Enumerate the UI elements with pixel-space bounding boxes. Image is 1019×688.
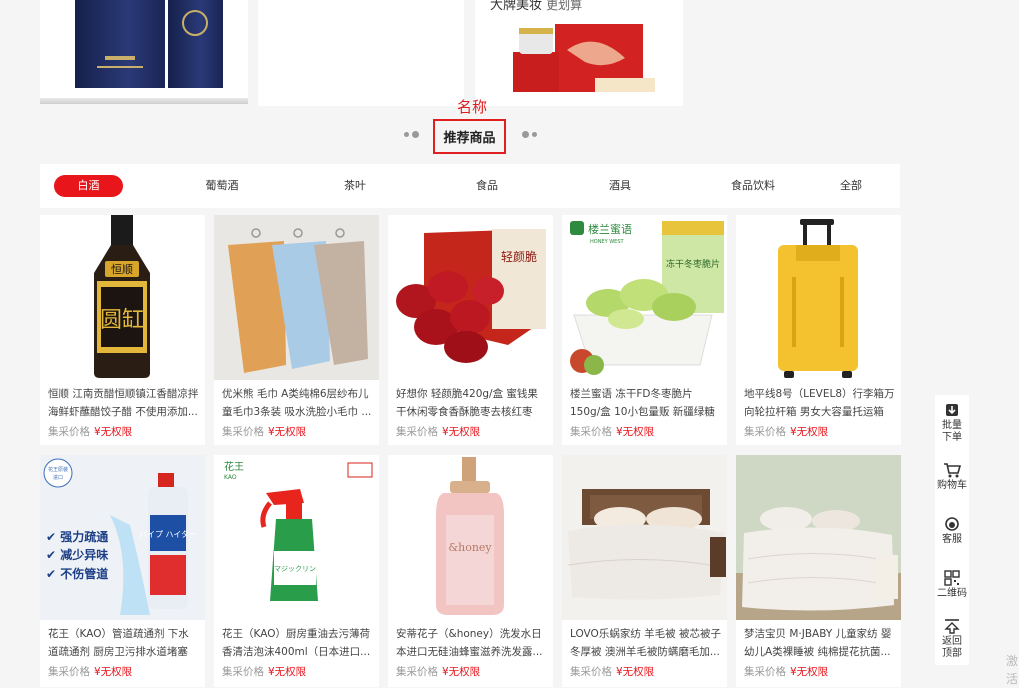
product-card[interactable]: 轻颜脆 好想你 轻颜脆420g/盒 蜜钱果干休闲零食香酥脆枣去核红枣新... 集… [388, 215, 553, 445]
category-tabs: 白酒 葡萄酒 茶叶 食品 酒具 食品饮料 全部 [40, 164, 900, 208]
tab-baijiu[interactable]: 白酒 [54, 175, 123, 197]
svg-text:楼兰蜜语: 楼兰蜜语 [588, 222, 632, 236]
svg-text:恒顺: 恒顺 [111, 263, 133, 276]
product-card[interactable]: &honey 安蒂花子（&honey）洗发水日本进口无硅油蜂蜜滋养洗发露... … [388, 455, 553, 687]
download-icon [946, 403, 958, 416]
svg-text:花王: 花王 [224, 460, 244, 473]
banner-card-blank[interactable] [258, 0, 464, 106]
svg-text:マジックリン: マジックリン [274, 565, 316, 573]
product-card[interactable]: 地平线8号（LEVEL8）行李箱万向轮拉杆箱 男女大容量托运箱2... 集采价格… [736, 215, 901, 445]
product-card[interactable]: 优米熊 毛巾 A类纯棉6层纱布儿童毛巾3条装 吸水洗脸小毛巾 ... 集采价格 ¥… [214, 215, 379, 445]
product-image-baby-quilt[interactable] [736, 455, 901, 620]
svg-text:✔ 不伤管道: ✔ 不伤管道 [46, 566, 108, 581]
product-name[interactable]: 好想你 轻颜脆420g/盒 蜜钱果干休闲零食香酥脆枣去核红枣新... [396, 385, 547, 421]
activation-watermark: 激活 [1006, 654, 1019, 686]
product-name[interactable]: 楼兰蜜语 冻干FD冬枣脆片150g/盒 10小包量贩 新疆绿糖心 酥... [570, 385, 721, 421]
svg-text:冻干冬枣脆片: 冻干冬枣脆片 [666, 258, 720, 270]
headset-icon [945, 516, 959, 531]
product-card[interactable]: 梦洁宝贝 M·JBABY 儿童家纺 婴幼儿A类裸睡被 纯棉提花抗菌... 集采价… [736, 455, 901, 687]
svg-text:KAO: KAO [224, 474, 237, 481]
product-name[interactable]: 花王（KAO）管道疏通剂 下水道疏通剂 厨房卫污排水道堵塞强... [48, 625, 199, 661]
product-price: 集采价格 ¥无权限 [222, 666, 307, 678]
product-name[interactable]: 花王（KAO）厨房重油去污薄荷香清洁泡沫400ml（日本进口... [222, 625, 373, 661]
sidebar-service[interactable]: 客服 [935, 503, 969, 557]
svg-text:✔ 强力疏通: ✔ 强力疏通 [46, 529, 108, 544]
product-name[interactable]: LOVO乐蜗家纺 羊毛被 被芯被子冬厚被 澳洲羊毛被防螨磨毛加... [570, 625, 721, 661]
svg-text:✔ 减少异味: ✔ 减少异味 [46, 547, 108, 562]
tab-food[interactable]: 食品 [472, 175, 502, 197]
product-card[interactable]: 恒顺 圆缸 恒顺 江南贡醋恒顺镇江香醋凉拌海鲜虾蘸醋饺子醋 不使用添加... 集… [40, 215, 205, 445]
sidebar-cart[interactable]: 购物车 [935, 449, 969, 503]
product-price: 集采价格 ¥无权限 [744, 666, 829, 678]
cosmetics-gift-image [513, 24, 655, 92]
product-price: 集采价格 ¥无权限 [570, 426, 655, 438]
banner-card-liquor[interactable] [40, 0, 248, 104]
svg-text:圆缸: 圆缸 [100, 308, 144, 333]
sidebar-bulk-order[interactable]: 批量下单 [935, 395, 969, 449]
product-name[interactable]: 优米熊 毛巾 A类纯棉6层纱布儿童毛巾3条装 吸水洗脸小毛巾 ... [222, 385, 373, 421]
floor-annotation: 名称 [457, 98, 488, 116]
svg-text:HONEY WEST: HONEY WEST [590, 239, 625, 245]
product-image-dried-jujube[interactable]: 楼兰蜜语 HONEY WEST 冻干冬枣脆片 [562, 215, 727, 380]
product-name[interactable]: 安蒂花子（&honey）洗发水日本进口无硅油蜂蜜滋养洗发露... [396, 625, 547, 661]
tab-wine[interactable]: 葡萄酒 [200, 175, 244, 197]
product-card[interactable]: 楼兰蜜语 HONEY WEST 冻干冬枣脆片 楼兰蜜语 冻干FD冬枣脆片150g… [562, 215, 727, 445]
svg-text:进口: 进口 [53, 474, 63, 481]
svg-text:&honey: &honey [448, 541, 492, 554]
tab-drinkware[interactable]: 酒具 [605, 175, 635, 197]
tab-food-drinks[interactable]: 食品饮料 [730, 175, 776, 197]
product-image-vinegar[interactable]: 恒顺 圆缸 [40, 215, 205, 380]
product-price: 集采价格 ¥无权限 [744, 426, 829, 438]
product-price: 集采价格 ¥无权限 [570, 666, 655, 678]
cart-icon [944, 462, 961, 477]
floor-title: 推荐商品 [433, 119, 506, 154]
product-price: 集采价格 ¥无权限 [48, 666, 133, 678]
product-image-red-dates[interactable]: 轻颜脆 [388, 215, 553, 380]
product-card[interactable]: LOVO乐蜗家纺 羊毛被 被芯被子冬厚被 澳洲羊毛被防螨磨毛加... 集采价格 ¥… [562, 455, 727, 687]
liquor-box-image [75, 0, 165, 88]
tab-tea[interactable]: 茶叶 [340, 175, 370, 197]
product-image-towels[interactable] [214, 215, 379, 380]
product-image-kitchen-spray[interactable]: 花王 KAO マジックリン [214, 455, 379, 620]
svg-text:パイプ ハイター: パイプ ハイター [139, 530, 197, 539]
product-price: 集采价格 ¥无权限 [396, 426, 481, 438]
product-price: 集采价格 ¥无权限 [48, 426, 133, 438]
svg-text:花王原装: 花王原装 [48, 466, 68, 473]
title-dots-right [522, 131, 537, 138]
product-image-pipe-cleaner[interactable]: 花王原装 进口 パイプ ハイター ✔ 强力疏通 ✔ 减少异味 ✔ 不伤管道 [40, 455, 205, 620]
product-card[interactable]: 花王 KAO マジックリン 花王（KAO）厨房重油去污薄荷香清洁泡沫400ml（… [214, 455, 379, 687]
banner-card-cosmetics[interactable]: 大牌美妆 更划算 [475, 0, 683, 106]
floating-sidebar: 批量下单 购物车 客服 二维码 返回顶部 [935, 395, 969, 665]
product-card[interactable]: 花王原装 进口 パイプ ハイター ✔ 强力疏通 ✔ 减少异味 ✔ 不伤管道 花王… [40, 455, 205, 687]
product-name[interactable]: 地平线8号（LEVEL8）行李箱万向轮拉杆箱 男女大容量托运箱2... [744, 385, 895, 421]
sidebar-back-to-top[interactable]: 返回顶部 [935, 611, 969, 665]
arrow-up-icon [944, 618, 960, 634]
title-dots-left [404, 131, 419, 138]
product-image-wool-quilt[interactable] [562, 455, 727, 620]
liquor-box-image-2 [168, 0, 223, 88]
sidebar-qrcode[interactable]: 二维码 [935, 557, 969, 611]
tab-all[interactable]: 全部 [836, 175, 866, 197]
product-image-shampoo[interactable]: &honey [388, 455, 553, 620]
product-price: 集采价格 ¥无权限 [222, 426, 307, 438]
svg-text:轻颜脆: 轻颜脆 [501, 249, 537, 264]
product-image-suitcase[interactable] [736, 215, 901, 380]
product-price: 集采价格 ¥无权限 [396, 666, 481, 678]
product-name[interactable]: 恒顺 江南贡醋恒顺镇江香醋凉拌海鲜虾蘸醋饺子醋 不使用添加... [48, 385, 199, 421]
product-name[interactable]: 梦洁宝贝 M·JBABY 儿童家纺 婴幼儿A类裸睡被 纯棉提花抗菌... [744, 625, 895, 661]
qrcode-icon [944, 569, 960, 586]
